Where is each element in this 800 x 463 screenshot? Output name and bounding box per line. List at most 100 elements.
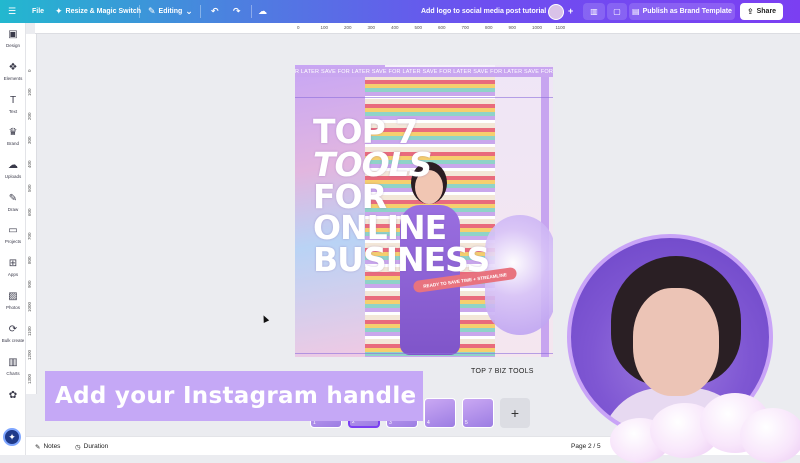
sidebar-item-label: Text [8, 109, 18, 114]
ruler-tick-label: 1100 [555, 25, 566, 30]
page-thumbnail-number: 4 [427, 420, 430, 426]
redo-icon: ↷ [233, 6, 241, 16]
bulk-create-icon: ⟳ [8, 324, 18, 335]
divider [251, 5, 252, 18]
cloud-save-button[interactable]: ☁ [258, 0, 267, 23]
sidebar-item-label: Brand [6, 141, 19, 146]
sidebar-item-label: Uploads [4, 174, 22, 179]
timer-icon: ◷ [75, 443, 81, 451]
sidebar-item-label: Apps [7, 272, 19, 277]
guide-line [295, 97, 553, 98]
sidebar-item-brand[interactable]: ♛ Brand [0, 127, 26, 157]
undo-icon: ↶ [211, 6, 219, 16]
comment-icon: ▢ [613, 7, 621, 16]
design-canvas-page[interactable]: R LATER SAVE FOR LATER SAVE FOR LATER SA… [295, 65, 553, 357]
comments-button[interactable]: ▢ [607, 3, 627, 20]
ruler-tick-label: 1300 [27, 373, 32, 384]
sidebar-item-text[interactable]: T Text [0, 95, 26, 125]
ruler-tick-label: 1000 [27, 301, 32, 312]
redo-button[interactable]: ↷ [233, 0, 241, 23]
sidebar-item-photos[interactable]: ▨ Photos [0, 291, 26, 321]
save-for-later-banner[interactable]: R LATER SAVE FOR LATER SAVE FOR LATER SA… [295, 67, 553, 77]
divider [139, 5, 140, 18]
sidebar-item-design[interactable]: ▣ Design [0, 29, 26, 59]
ruler-tick-label: 0 [297, 25, 300, 30]
cloud-icon: ☁ [258, 6, 267, 16]
sidebar-item-elements[interactable]: ❖ Elements [0, 62, 26, 92]
cloud-decoration [600, 378, 800, 463]
mouse-cursor-icon [260, 314, 270, 323]
photos-icon: ▨ [8, 291, 18, 302]
sidebar-item-label: Projects [4, 239, 22, 244]
guide-line [295, 353, 553, 354]
brand-icon: ♛ [8, 127, 18, 138]
video-caption-overlay: Add your Instagram handle [45, 371, 423, 421]
page-indicator-text: Page 2 / 5 [571, 443, 601, 450]
document-title[interactable]: Add logo to social media post tutorial [421, 0, 546, 23]
title-line-5[interactable]: BUSINESS [313, 243, 490, 276]
chevron-down-icon: ⌄ [185, 6, 193, 16]
sidebar-item-apps[interactable]: ⊞ Apps [0, 258, 26, 288]
pencil-icon: ✎ [148, 6, 156, 16]
sidebar-item-bulk-create[interactable]: ⟳ Bulk create [0, 324, 26, 354]
mode-label: Editing [158, 8, 183, 15]
sidebar-item-label: Bulk create [1, 338, 25, 343]
ruler-tick-label: 500 [27, 184, 32, 192]
ruler-tick-label: 700 [461, 25, 470, 30]
page-thumbnail[interactable]: 5 [462, 398, 494, 428]
divider [200, 5, 201, 18]
ruler-tick-label: 900 [508, 25, 517, 30]
ruler-tick-label: 600 [27, 208, 32, 216]
ruler-tick-label: 200 [344, 25, 352, 30]
vertical-ruler: 0 100 200 300 400 500 600 700 800 900 1000 1100 1200… [26, 34, 37, 394]
publish-label: Publish as Brand Template [642, 8, 732, 15]
share-button[interactable]: ⇪ Share [740, 3, 783, 20]
sidebar-item-uploads[interactable]: ☁ Uploads [0, 160, 26, 190]
ruler-tick-label: 900 [27, 280, 32, 288]
menu-icon[interactable]: ☰ [8, 0, 16, 23]
plus-icon: + [568, 6, 574, 16]
ruler-tick-label: 200 [27, 112, 32, 120]
ruler-tick-label: 300 [367, 25, 376, 30]
share-icon: ⇪ [746, 7, 754, 16]
sparkle-icon: ✦ [8, 431, 16, 442]
resize-label: Resize & Magic Switch [65, 8, 142, 15]
editing-mode-dropdown[interactable]: ✎ Editing ⌄ [148, 0, 193, 23]
file-menu[interactable]: File [32, 0, 44, 23]
sidebar-item-projects[interactable]: ▭ Projects [0, 225, 26, 255]
page-thumbnail[interactable]: 4 [424, 398, 456, 428]
sidebar-item-label: Design [5, 43, 20, 48]
page-indicator[interactable]: Page 2 / 5 [571, 437, 601, 456]
magic-assistant-button[interactable]: ✦ [3, 428, 21, 446]
add-collaborator-button[interactable]: + [568, 0, 573, 23]
avatar[interactable] [548, 0, 564, 23]
share-label: Share [756, 8, 777, 15]
apps-icon: ⊞ [8, 258, 18, 269]
design-icon: ▣ [8, 29, 18, 40]
resize-magic-switch-button[interactable]: ✦ Resize & Magic Switch [55, 0, 141, 23]
sidebar-item-label: Charts [6, 371, 20, 376]
design-footer-text[interactable]: TOP 7 BIZ TOOLS [471, 368, 534, 375]
ruler-tick-label: 700 [27, 232, 32, 240]
ruler-tick-label: 800 [485, 25, 493, 30]
duration-button[interactable]: ◷ Duration [75, 437, 108, 456]
ruler-tick-label: 600 [438, 25, 446, 30]
more-icon: ✿ [8, 390, 18, 401]
sidebar-item-more[interactable]: ✿ [0, 390, 26, 420]
ruler-tick-label: 0 [27, 69, 32, 72]
insights-button[interactable]: ▥ [583, 3, 605, 20]
top-toolbar: ☰ File ✦ Resize & Magic Switch ✎ Editing ⌄ … [0, 0, 800, 23]
ruler-tick-label: 100 [320, 25, 329, 30]
publish-brand-template-button[interactable]: ▤ Publish as Brand Template [629, 3, 735, 20]
ruler-tick-label: 400 [391, 25, 399, 30]
ruler-tick-label: 800 [27, 256, 32, 264]
page-thumbnail-number: 5 [465, 420, 468, 426]
sidebar-item-draw[interactable]: ✎ Draw [0, 193, 26, 223]
add-page-button[interactable]: + [500, 398, 530, 428]
projects-icon: ▭ [8, 225, 18, 236]
ruler-tick-label: 100 [27, 88, 32, 96]
title-line-1[interactable]: TOP 7 [313, 115, 418, 148]
undo-button[interactable]: ↶ [211, 0, 219, 23]
sidebar-item-charts[interactable]: ▥ Charts [0, 357, 26, 387]
notes-button[interactable]: ✎ Notes [35, 437, 60, 456]
